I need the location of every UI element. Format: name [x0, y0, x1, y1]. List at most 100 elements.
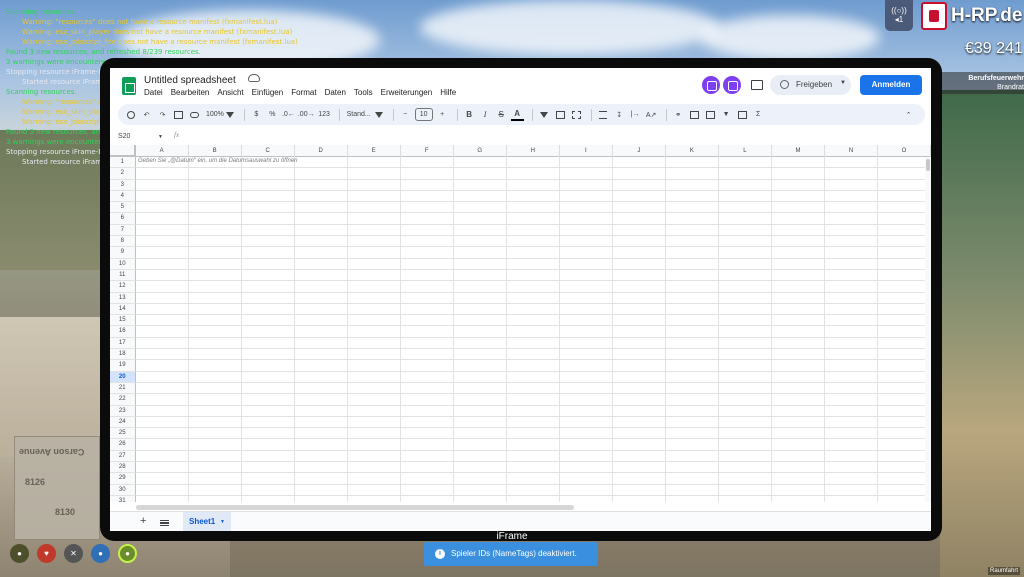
grid-cell[interactable]	[453, 258, 507, 270]
grid-cell[interactable]	[506, 292, 560, 304]
row-header[interactable]: 4	[110, 190, 136, 203]
grid-cell[interactable]	[771, 303, 825, 316]
percent-format-button[interactable]: %	[266, 108, 279, 122]
grid-cell[interactable]	[400, 157, 454, 169]
share-button[interactable]: Freigeben ▼	[770, 75, 851, 95]
grid-cell[interactable]	[135, 450, 189, 463]
insert-chart-icon[interactable]	[704, 108, 717, 122]
grid-cell[interactable]	[877, 202, 931, 214]
grid-cell[interactable]	[294, 213, 348, 225]
grid-cell[interactable]	[824, 462, 878, 474]
grid-cell[interactable]	[559, 213, 613, 225]
grid-cell[interactable]	[241, 281, 295, 293]
grid-cell[interactable]	[400, 292, 454, 304]
filter-views-icon[interactable]	[736, 108, 749, 122]
grid-cell[interactable]	[824, 213, 878, 225]
grid-cell[interactable]	[506, 213, 560, 225]
fill-color-icon[interactable]	[538, 108, 551, 122]
text-wrap-icon[interactable]: |→	[629, 108, 642, 122]
grid-cell[interactable]	[453, 213, 507, 225]
grid-cell[interactable]	[559, 281, 613, 293]
grid-cell[interactable]	[612, 462, 666, 474]
grid-cell[interactable]	[718, 168, 772, 180]
grid-cell[interactable]	[718, 303, 772, 316]
grid-cell[interactable]	[188, 258, 242, 270]
grid-cell[interactable]	[771, 179, 825, 191]
grid-cell[interactable]	[718, 394, 772, 406]
grid-cell[interactable]	[241, 269, 295, 282]
grid-cell[interactable]	[506, 416, 560, 429]
grid-cell[interactable]	[665, 416, 719, 429]
grid-cell[interactable]	[135, 484, 189, 496]
grid-cell[interactable]	[824, 450, 878, 463]
grid-cell[interactable]	[824, 326, 878, 338]
grid-cell[interactable]	[559, 349, 613, 361]
functions-icon[interactable]: Σ	[752, 108, 765, 122]
grid-cell[interactable]	[188, 416, 242, 429]
text-color-button[interactable]: A	[510, 109, 524, 121]
grid-cell[interactable]	[135, 303, 189, 316]
row-header[interactable]: 30	[110, 484, 136, 496]
row-header[interactable]: 29	[110, 473, 136, 485]
grid-cell[interactable]	[718, 439, 772, 451]
grid-cell[interactable]	[347, 439, 401, 451]
grid-cell[interactable]	[718, 190, 772, 203]
grid-cell[interactable]	[453, 371, 507, 383]
grid-cell[interactable]	[506, 157, 560, 169]
grid-cell[interactable]	[612, 315, 666, 327]
row-header[interactable]: 31	[110, 495, 136, 502]
font-size-input[interactable]: 10	[414, 108, 433, 121]
grid-cell[interactable]	[347, 450, 401, 463]
grid-cell[interactable]	[559, 462, 613, 474]
grid-cell[interactable]	[294, 462, 348, 474]
grid-cell[interactable]	[772, 495, 825, 502]
grid-cell[interactable]	[188, 303, 242, 316]
grid-cell[interactable]	[771, 416, 825, 429]
grid-cell[interactable]	[824, 179, 878, 191]
grid-cell[interactable]	[612, 326, 666, 338]
bold-button[interactable]: B	[463, 108, 476, 122]
grid-cell[interactable]	[506, 439, 560, 451]
grid-cell[interactable]	[241, 303, 295, 316]
grid-cell[interactable]	[612, 224, 666, 237]
grid-cell[interactable]	[877, 326, 931, 338]
grid-cell[interactable]	[506, 202, 560, 214]
grid-cell[interactable]	[612, 405, 666, 417]
grid-cell[interactable]	[188, 450, 242, 463]
grid-cell[interactable]	[188, 213, 242, 225]
grid-cell[interactable]	[612, 394, 666, 406]
grid-cell[interactable]	[453, 337, 507, 350]
grid-cell[interactable]	[188, 190, 242, 203]
column-header[interactable]: C	[242, 145, 295, 157]
grid-cell[interactable]	[612, 360, 666, 372]
row-header[interactable]: 9	[110, 247, 136, 259]
grid-cell[interactable]	[294, 269, 348, 282]
all-sheets-icon[interactable]	[160, 520, 169, 526]
grid-cell[interactable]	[453, 394, 507, 406]
grid-cell[interactable]	[771, 236, 825, 248]
grid-cell[interactable]	[188, 382, 242, 395]
grid-cell[interactable]	[771, 428, 825, 440]
grid-cell[interactable]	[135, 292, 189, 304]
grid-cell[interactable]	[135, 360, 189, 372]
grid-cell[interactable]	[718, 326, 772, 338]
grid-cell[interactable]	[347, 292, 401, 304]
grid-cell[interactable]	[506, 190, 560, 203]
grid-cell[interactable]	[241, 428, 295, 440]
grid-cell[interactable]	[824, 428, 878, 440]
grid-cell[interactable]	[718, 213, 772, 225]
grid-cell[interactable]	[294, 405, 348, 417]
grid-cell[interactable]	[665, 303, 719, 316]
grid-cell[interactable]	[135, 349, 189, 361]
grid-cell[interactable]	[241, 416, 295, 429]
tab-sheet1[interactable]: Sheet1 ▼	[183, 512, 231, 531]
grid-cell[interactable]	[877, 405, 931, 417]
grid-cell[interactable]	[241, 247, 295, 259]
grid-cell[interactable]	[400, 473, 454, 485]
row-header[interactable]: 16	[110, 326, 136, 338]
extension-icon[interactable]	[702, 76, 720, 94]
grid-cell[interactable]	[188, 202, 242, 214]
grid-cell[interactable]	[665, 337, 719, 350]
grid-cell[interactable]	[824, 405, 878, 417]
grid-cell[interactable]	[135, 247, 189, 259]
